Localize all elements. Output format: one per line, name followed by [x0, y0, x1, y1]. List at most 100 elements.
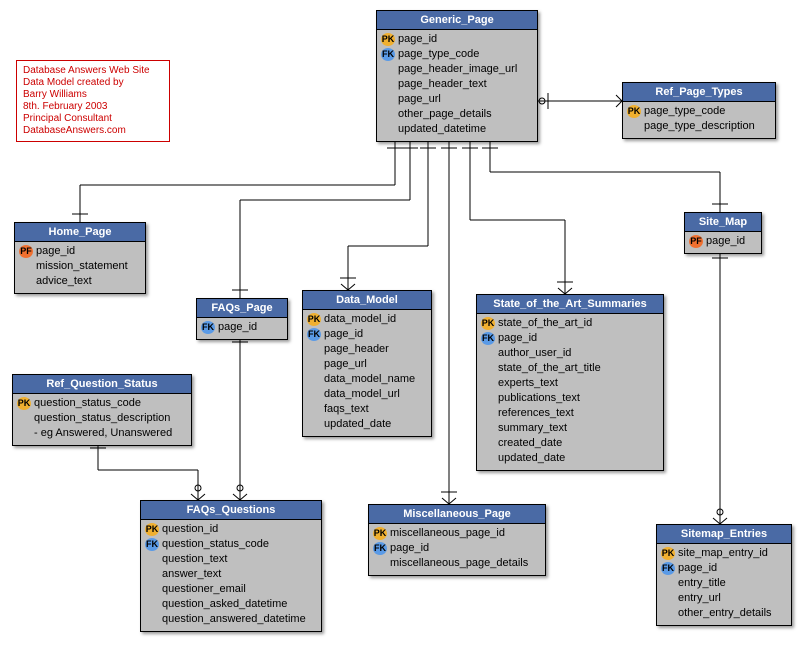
attr-name: page_type_description: [644, 119, 755, 134]
info-line: Data Model created by: [23, 77, 163, 89]
entity-generic-page: Generic_Page PKpage_idFKpage_type_codepa…: [376, 10, 538, 142]
pk-icon: PK: [627, 105, 641, 118]
attr-row: page_header: [307, 342, 427, 357]
attr-row: PFpage_id: [19, 244, 141, 259]
attr-row: FKpage_id: [307, 327, 427, 342]
attr-row: PFpage_id: [689, 234, 757, 249]
attr-row: page_url: [381, 92, 533, 107]
attr-row: page_header_image_url: [381, 62, 533, 77]
attr-row: updated_date: [307, 417, 427, 432]
entity-ref-page-types: Ref_Page_Types PKpage_type_codepage_type…: [622, 82, 776, 139]
entity-title: State_of_the_Art_Summaries: [477, 295, 663, 314]
attr-name: references_text: [498, 406, 574, 421]
attr-row: page_url: [307, 357, 427, 372]
fk-icon: FK: [307, 328, 321, 341]
entity-title: Site_Map: [685, 213, 761, 232]
attr-row: data_model_name: [307, 372, 427, 387]
attr-row: PKquestion_id: [145, 522, 317, 537]
attr-name: page_id: [36, 244, 75, 259]
attr-name: page_id: [324, 327, 363, 342]
entity-site-map: Site_Map PFpage_id: [684, 212, 762, 254]
attr-row: state_of_the_art_title: [481, 361, 659, 376]
attr-name: experts_text: [498, 376, 558, 391]
attr-row: FKquestion_status_code: [145, 537, 317, 552]
attr-name: page_header: [324, 342, 389, 357]
attr-name: questioner_email: [162, 582, 246, 597]
attr-name: site_map_entry_id: [678, 546, 768, 561]
attr-name: question_status_code: [162, 537, 269, 552]
pf-icon: PF: [19, 245, 33, 258]
attr-row: question_status_description: [17, 411, 187, 426]
fk-icon: FK: [201, 321, 215, 334]
entity-faqs-questions: FAQs_Questions PKquestion_idFKquestion_s…: [140, 500, 322, 632]
attr-row: author_user_id: [481, 346, 659, 361]
attr-name: entry_title: [678, 576, 726, 591]
attr-name: page_id: [678, 561, 717, 576]
attr-row: FKpage_type_code: [381, 47, 533, 62]
attr-name: question_status_description: [34, 411, 170, 426]
attr-row: FKpage_id: [201, 320, 283, 335]
fk-icon: FK: [145, 538, 159, 551]
entity-title: Ref_Question_Status: [13, 375, 191, 394]
pk-icon: PK: [481, 317, 495, 330]
attr-row: page_type_description: [627, 119, 771, 134]
attr-row: question_answered_datetime: [145, 612, 317, 627]
attr-name: page_url: [398, 92, 441, 107]
attr-name: summary_text: [498, 421, 567, 436]
attr-name: page_id: [390, 541, 429, 556]
info-line: 8th. February 2003: [23, 101, 163, 113]
attr-row: entry_url: [661, 591, 787, 606]
attr-name: page_id: [218, 320, 257, 335]
attr-name: data_model_id: [324, 312, 396, 327]
info-line: Database Answers Web Site: [23, 65, 163, 77]
attr-row: updated_date: [481, 451, 659, 466]
attr-name: author_user_id: [498, 346, 571, 361]
attr-row: experts_text: [481, 376, 659, 391]
info-line: DatabaseAnswers.com: [23, 125, 163, 137]
attr-row: PKpage_type_code: [627, 104, 771, 119]
entity-title: Miscellaneous_Page: [369, 505, 545, 524]
attr-row: PKpage_id: [381, 32, 533, 47]
pk-icon: PK: [661, 547, 675, 560]
attr-name: state_of_the_art_id: [498, 316, 592, 331]
attr-name: entry_url: [678, 591, 721, 606]
attr-row: data_model_url: [307, 387, 427, 402]
attr-name: page_type_code: [398, 47, 479, 62]
attr-row: PKquestion_status_code: [17, 396, 187, 411]
entity-title: Sitemap_Entries: [657, 525, 791, 544]
info-box: Database Answers Web Site Data Model cre…: [16, 60, 170, 142]
pk-icon: PK: [373, 527, 387, 540]
pk-icon: PK: [381, 33, 395, 46]
attr-name: page_id: [706, 234, 745, 249]
attr-row: page_header_text: [381, 77, 533, 92]
attr-row: references_text: [481, 406, 659, 421]
attr-name: other_entry_details: [678, 606, 772, 621]
attr-row: PKsite_map_entry_id: [661, 546, 787, 561]
attr-name: data_model_name: [324, 372, 415, 387]
attr-name: question_status_code: [34, 396, 141, 411]
attr-row: other_entry_details: [661, 606, 787, 621]
attr-row: mission_statement: [19, 259, 141, 274]
entity-data-model: Data_Model PKdata_model_idFKpage_idpage_…: [302, 290, 432, 437]
attr-row: faqs_text: [307, 402, 427, 417]
fk-icon: FK: [373, 542, 387, 555]
entity-title: Data_Model: [303, 291, 431, 310]
attr-row: miscellaneous_page_details: [373, 556, 541, 571]
attr-row: answer_text: [145, 567, 317, 582]
attr-row: entry_title: [661, 576, 787, 591]
info-line: Barry Williams: [23, 89, 163, 101]
attr-row: PKstate_of_the_art_id: [481, 316, 659, 331]
attr-row: publications_text: [481, 391, 659, 406]
attr-name: publications_text: [498, 391, 580, 406]
attr-row: FKpage_id: [661, 561, 787, 576]
attr-row: FKpage_id: [373, 541, 541, 556]
attr-name: data_model_url: [324, 387, 400, 402]
entity-misc-page: Miscellaneous_Page PK miscellaneous_page_…: [368, 504, 546, 576]
attr-name: page_id: [398, 32, 437, 47]
attr-row: - eg Answered, Unanswered: [17, 426, 187, 441]
pf-icon: PF: [689, 235, 703, 248]
attr-row: questioner_email: [145, 582, 317, 597]
entity-title: Generic_Page: [377, 11, 537, 30]
attr-name: mission_statement: [36, 259, 128, 274]
attr-name: page_header_text: [398, 77, 487, 92]
